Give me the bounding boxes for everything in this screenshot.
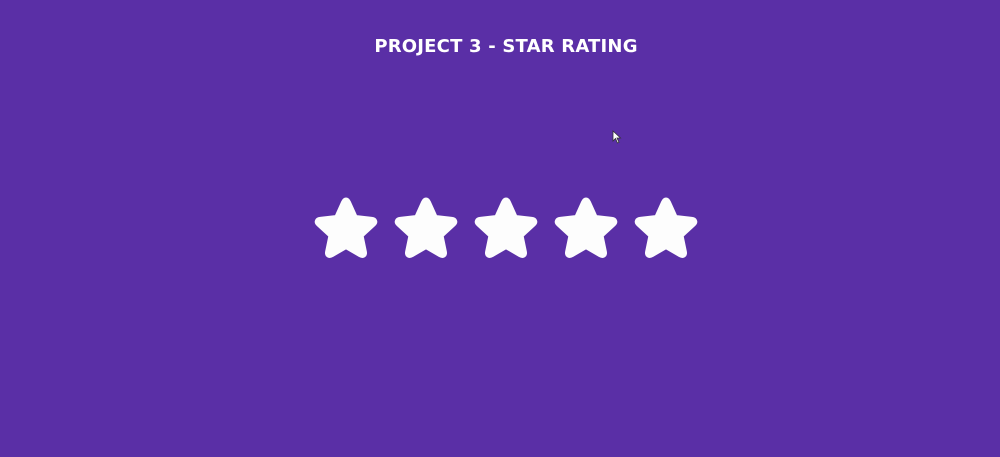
mouse-pointer-icon [612,130,622,144]
page: PROJECT 3 - STAR RATING [0,0,1000,457]
star-icon[interactable] [548,192,624,268]
star-rating[interactable] [308,192,704,268]
star-icon[interactable] [468,192,544,268]
star-icon[interactable] [308,192,384,268]
star-icon[interactable] [628,192,704,268]
star-icon[interactable] [388,192,464,268]
page-title: PROJECT 3 - STAR RATING [374,36,638,57]
